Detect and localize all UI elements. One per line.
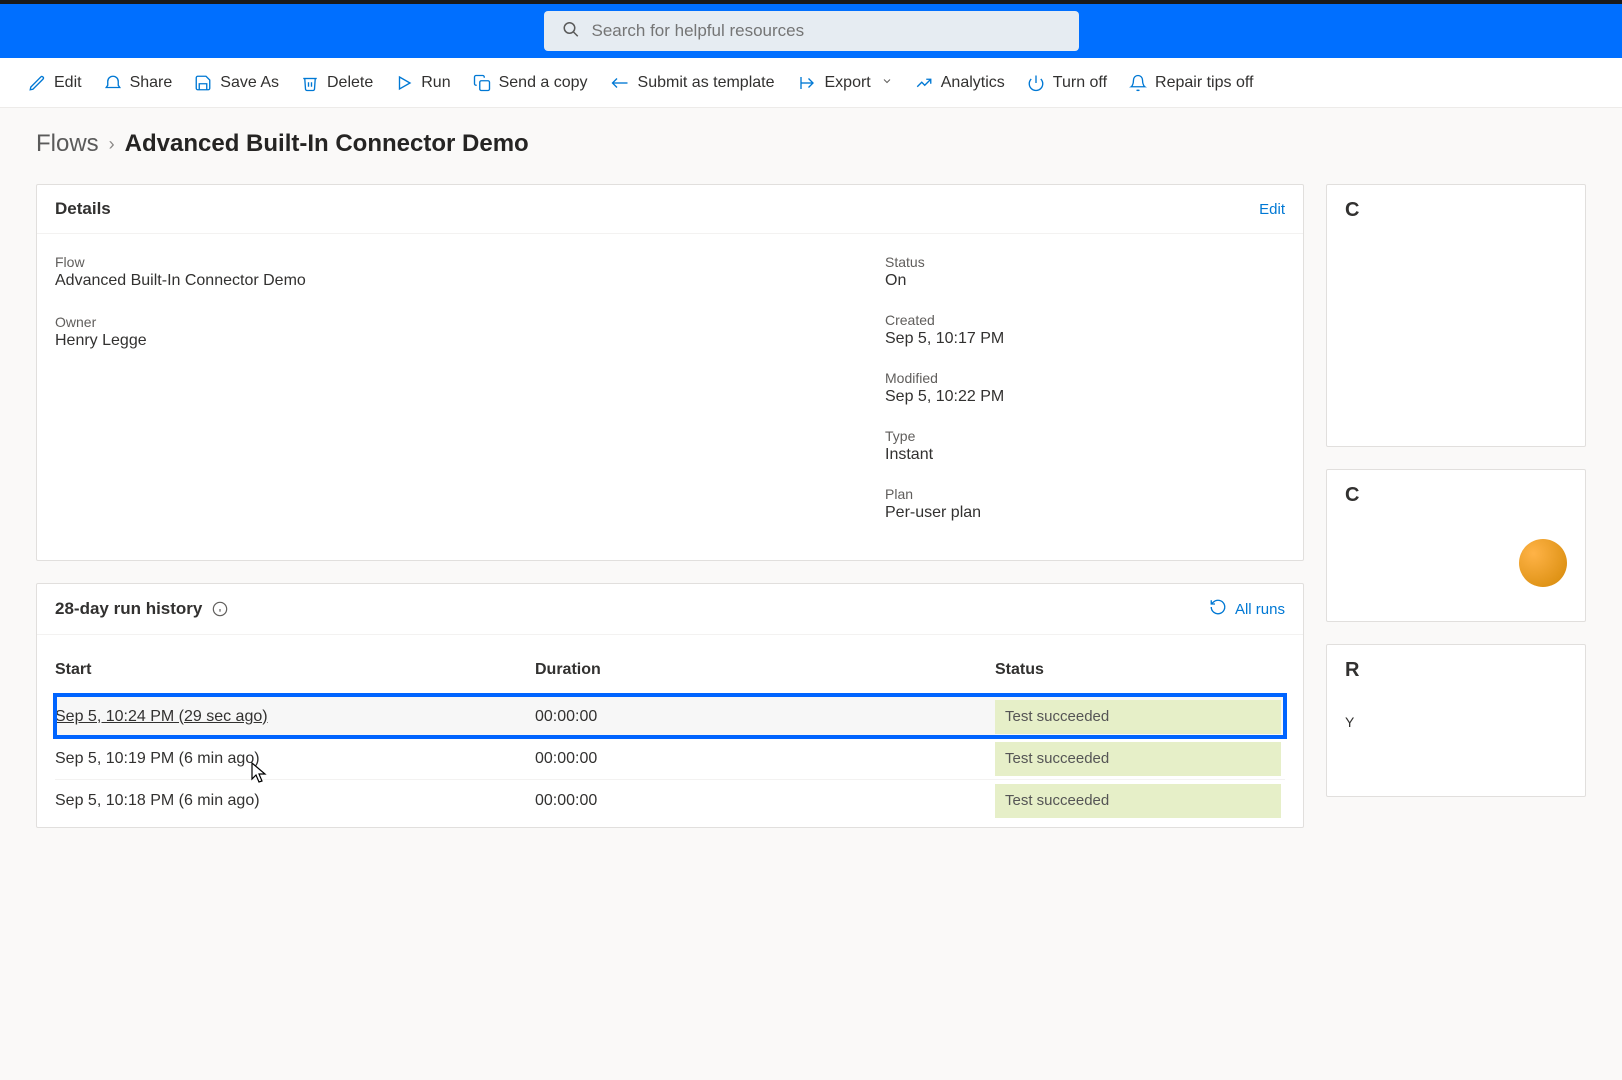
side-letter-1: C <box>1345 199 1359 222</box>
side-sub-3: Y <box>1345 714 1354 730</box>
export-button[interactable]: Export <box>797 74 893 92</box>
save-icon <box>194 74 212 92</box>
all-runs-link[interactable]: All runs <box>1209 598 1285 620</box>
flow-value: Advanced Built-In Connector Demo <box>55 272 845 290</box>
save-as-label: Save As <box>220 74 279 92</box>
side-card-2: C <box>1326 469 1586 622</box>
edit-button[interactable]: Edit <box>28 74 82 92</box>
run-duration: 00:00:00 <box>535 792 995 810</box>
info-icon[interactable] <box>212 601 228 617</box>
delete-label: Delete <box>327 74 373 92</box>
col-duration: Duration <box>535 661 995 679</box>
created-label: Created <box>885 312 1285 328</box>
turn-off-label: Turn off <box>1053 74 1107 92</box>
modified-value: Sep 5, 10:22 PM <box>885 388 1285 406</box>
plan-value: Per-user plan <box>885 504 1285 522</box>
power-icon <box>1027 74 1045 92</box>
run-duration: 00:00:00 <box>535 708 995 726</box>
analytics-button[interactable]: Analytics <box>915 74 1005 92</box>
edit-label: Edit <box>54 74 82 92</box>
side-card-3: R Y <box>1326 644 1586 797</box>
modified-label: Modified <box>885 370 1285 386</box>
owner-label: Owner <box>55 314 845 330</box>
top-bar <box>0 0 1622 58</box>
submit-template-label: Submit as template <box>638 74 775 92</box>
all-runs-label: All runs <box>1235 601 1285 618</box>
run-status: Test succeeded <box>995 784 1281 818</box>
analytics-label: Analytics <box>941 74 1005 92</box>
submit-template-button[interactable]: Submit as template <box>610 74 775 92</box>
search-input[interactable] <box>544 11 1079 51</box>
trash-icon <box>301 74 319 92</box>
breadcrumb-current: Advanced Built-In Connector Demo <box>125 130 529 158</box>
run-button[interactable]: Run <box>395 74 450 92</box>
history-row[interactable]: Sep 5, 10:19 PM (6 min ago) 00:00:00Test … <box>55 737 1285 779</box>
run-status: Test succeeded <box>995 700 1281 734</box>
export-label: Export <box>825 74 871 92</box>
history-row[interactable]: Sep 5, 10:18 PM (6 min ago) 00:00:00Test … <box>55 779 1285 821</box>
owner-value: Henry Legge <box>55 332 845 350</box>
created-value: Sep 5, 10:17 PM <box>885 330 1285 348</box>
send-copy-button[interactable]: Send a copy <box>473 74 588 92</box>
refresh-icon <box>1209 598 1227 620</box>
flow-label: Flow <box>55 254 845 270</box>
side-card-1: C <box>1326 184 1586 447</box>
run-start-link[interactable]: Sep 5, 10:19 PM (6 min ago) <box>55 750 260 767</box>
history-header-row: Start Duration Status <box>55 645 1285 695</box>
pencil-icon <box>28 74 46 92</box>
avatar <box>1519 539 1567 587</box>
history-row[interactable]: Sep 5, 10:24 PM (29 sec ago) 00:00:00Test… <box>55 695 1285 737</box>
run-start-link[interactable]: Sep 5, 10:24 PM (29 sec ago) <box>55 708 268 725</box>
copy-icon <box>473 74 491 92</box>
run-start-link[interactable]: Sep 5, 10:18 PM (6 min ago) <box>55 792 260 809</box>
repair-tips-button[interactable]: Repair tips off <box>1129 74 1253 92</box>
details-card: Details Edit Flow Advanced Built-In Conn… <box>36 184 1304 561</box>
status-value: On <box>885 272 1285 290</box>
search-icon <box>562 21 580 42</box>
run-label: Run <box>421 74 450 92</box>
col-start: Start <box>55 661 535 679</box>
plan-label: Plan <box>885 486 1285 502</box>
delete-button[interactable]: Delete <box>301 74 373 92</box>
analytics-icon <box>915 74 933 92</box>
chevron-down-icon <box>881 74 893 92</box>
bell-icon <box>1129 74 1147 92</box>
share-icon <box>104 74 122 92</box>
details-title: Details <box>55 199 111 219</box>
share-button[interactable]: Share <box>104 74 173 92</box>
submit-icon <box>610 74 630 92</box>
run-history-card: 28-day run history All runs Star <box>36 583 1304 828</box>
type-value: Instant <box>885 446 1285 464</box>
side-letter-2: C <box>1345 484 1359 507</box>
history-title: 28-day run history <box>55 599 202 619</box>
turn-off-button[interactable]: Turn off <box>1027 74 1107 92</box>
breadcrumb: Flows › Advanced Built-In Connector Demo <box>36 130 1586 158</box>
toolbar: Edit Share Save As Delete Run Send a cop… <box>0 58 1622 108</box>
side-letter-3: R <box>1345 659 1359 682</box>
share-label: Share <box>130 74 173 92</box>
run-duration: 00:00:00 <box>535 750 995 768</box>
run-status: Test succeeded <box>995 742 1281 776</box>
breadcrumb-root[interactable]: Flows <box>36 130 99 158</box>
search-container <box>544 11 1079 51</box>
details-edit-action[interactable]: Edit <box>1259 201 1285 218</box>
col-status: Status <box>995 661 1285 679</box>
repair-tips-label: Repair tips off <box>1155 74 1253 92</box>
export-icon <box>797 74 817 92</box>
play-icon <box>395 74 413 92</box>
breadcrumb-sep: › <box>109 134 115 155</box>
save-as-button[interactable]: Save As <box>194 74 279 92</box>
send-copy-label: Send a copy <box>499 74 588 92</box>
type-label: Type <box>885 428 1285 444</box>
status-label: Status <box>885 254 1285 270</box>
page-content: Flows › Advanced Built-In Connector Demo… <box>0 108 1622 850</box>
